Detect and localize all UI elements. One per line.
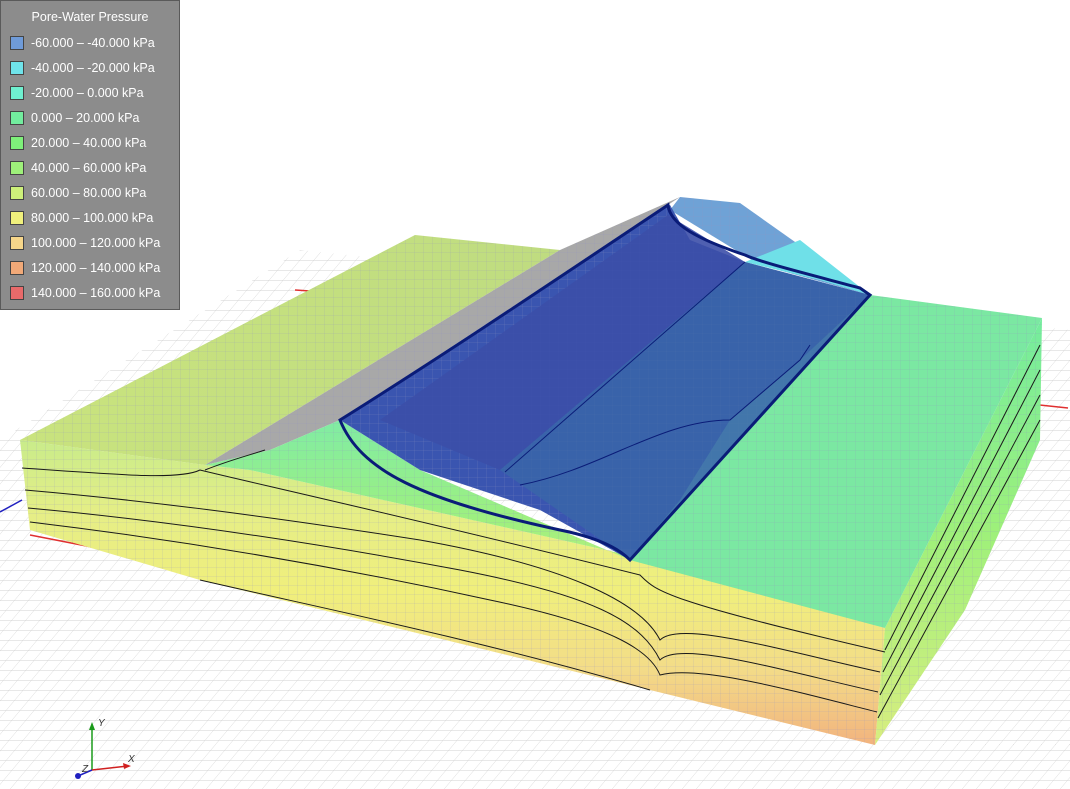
legend-entry: 20.000 – 40.000 kPa [10,134,146,152]
legend-entry: -20.000 – 0.000 kPa [10,84,144,102]
legend-swatch [10,61,24,75]
legend-title: Pore-Water Pressure [31,10,149,24]
pore-water-pressure-legend: Pore-Water Pressure -60.000 – -40.000 kP… [0,0,180,310]
legend-swatch [10,261,24,275]
legend-entry: -60.000 – -40.000 kPa [10,34,155,52]
legend-entry: 100.000 – 120.000 kPa [10,234,160,252]
legend-swatch [10,286,24,300]
legend-swatch [10,36,24,50]
legend-entry: 140.000 – 160.000 kPa [10,284,160,302]
legend-swatch [10,161,24,175]
triad-x-label: X [127,754,135,765]
legend-swatch [10,136,24,150]
triad-z-label: Z [81,764,89,775]
legend-entry: 40.000 – 60.000 kPa [10,159,146,177]
legend-entry: 0.000 – 20.000 kPa [10,109,139,127]
legend-entry: 120.000 – 140.000 kPa [10,259,160,277]
legend-swatch [10,86,24,100]
legend-entry: -40.000 – -20.000 kPa [10,59,155,77]
legend-entry: 60.000 – 80.000 kPa [10,184,146,202]
legend-swatch [10,186,24,200]
legend-entry: 80.000 – 100.000 kPa [10,209,153,227]
legend-swatch [10,236,24,250]
legend-swatch [10,211,24,225]
legend-swatch [10,111,24,125]
